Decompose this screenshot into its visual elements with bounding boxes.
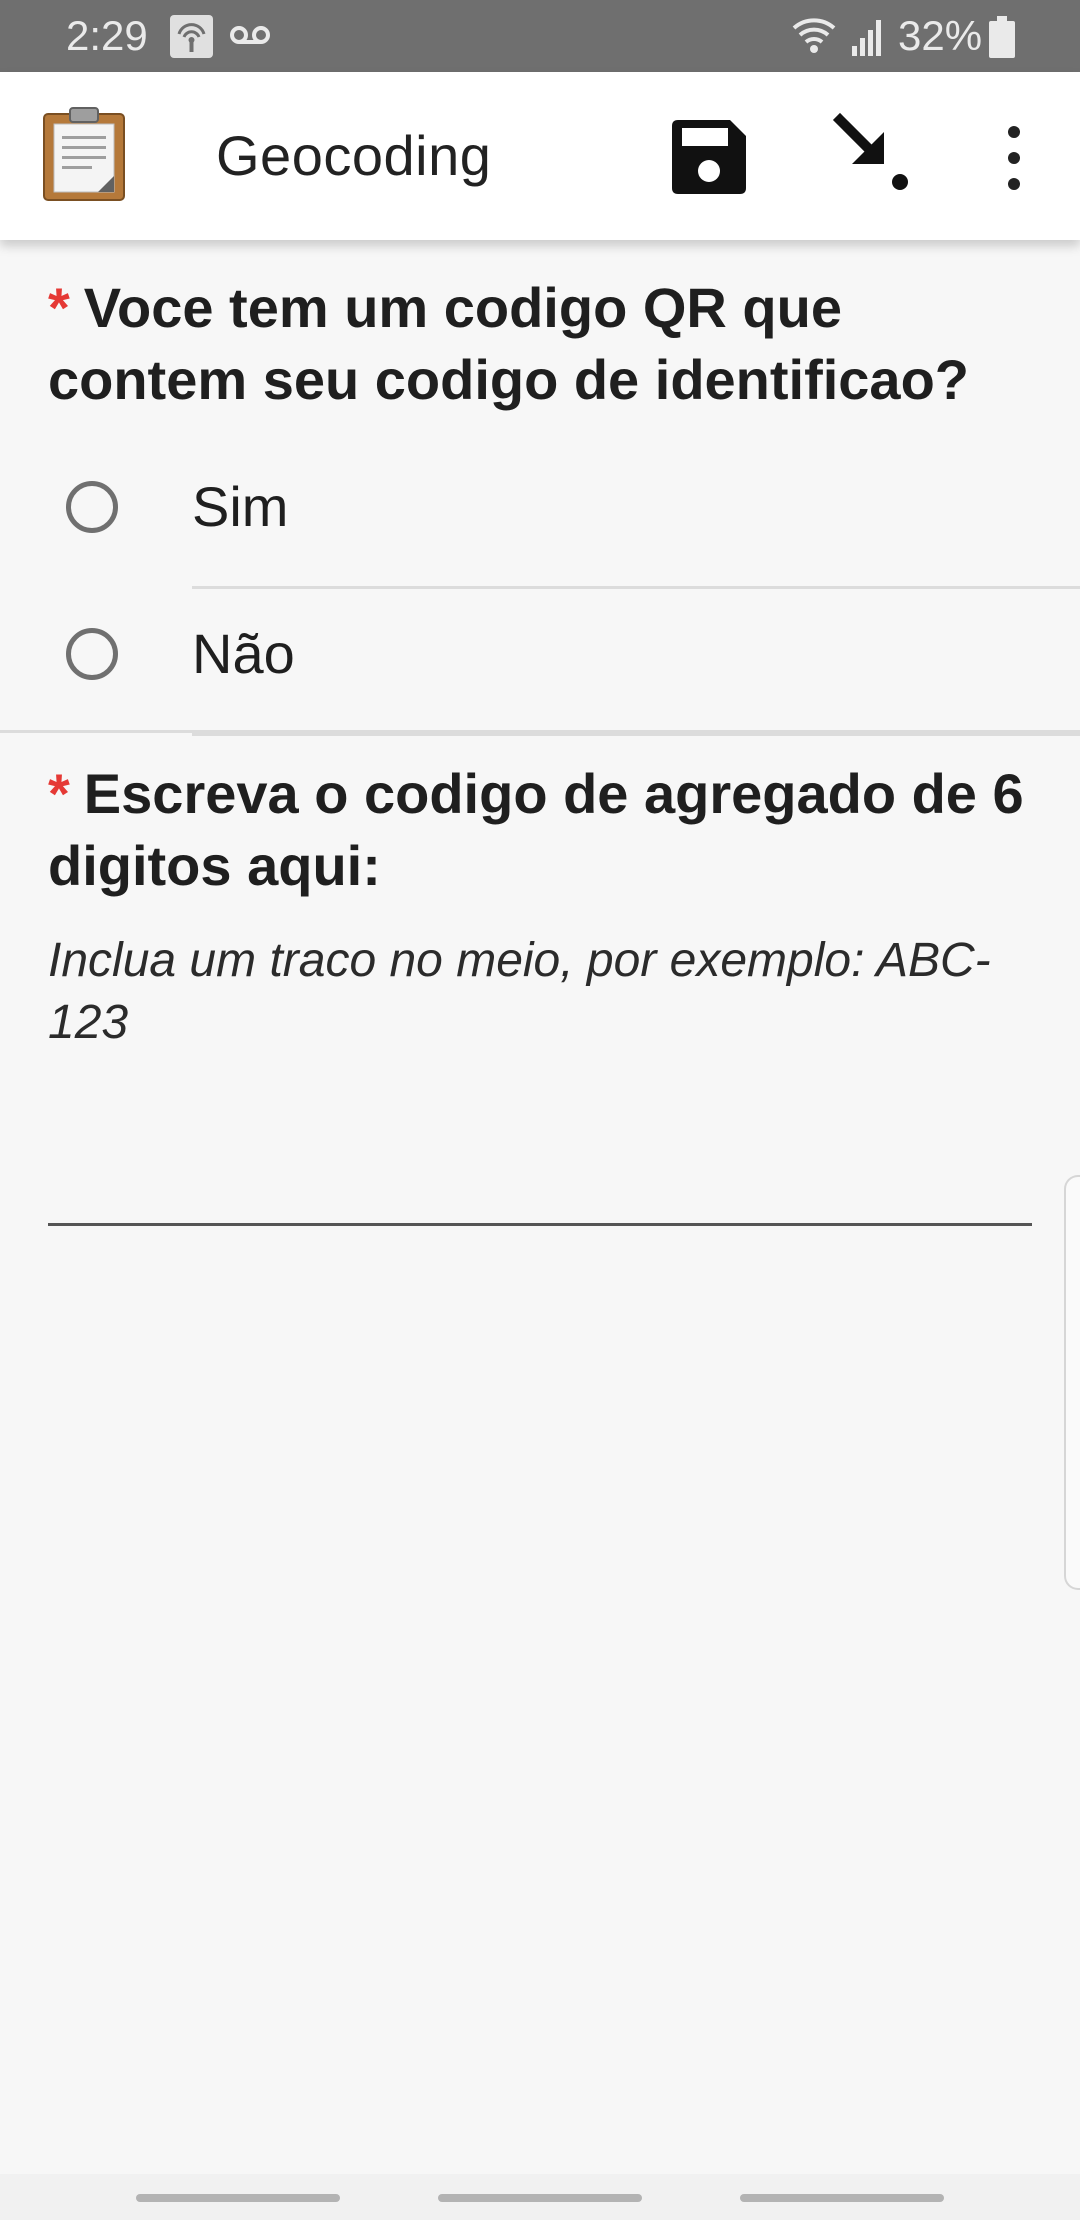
choice-label: Sim [192, 475, 289, 538]
input-underline [48, 1223, 1032, 1226]
hotspot-icon [170, 15, 213, 58]
signal-icon [850, 16, 886, 56]
app-title: Geocoding [216, 124, 492, 187]
question-text: Voce tem um codigo QR que contem seu cod… [48, 276, 969, 411]
jump-to-icon[interactable] [832, 112, 916, 196]
section-divider [0, 730, 1080, 733]
voicemail-icon [228, 18, 272, 52]
app-bar: Geocoding [0, 72, 1080, 240]
choice-label: Não [192, 622, 295, 685]
nav-recent-button[interactable] [136, 2194, 340, 2202]
battery-icon [988, 16, 1016, 58]
save-icon[interactable] [666, 116, 750, 200]
question-hint: Inclua um traco no meio, por exemplo: AB… [48, 934, 991, 1049]
status-time: 2:29 [66, 12, 148, 59]
radio-button[interactable] [66, 481, 118, 533]
more-vert-icon[interactable] [990, 120, 1038, 196]
navigation-bar [0, 2174, 1080, 2220]
wifi-icon [790, 14, 838, 58]
divider [192, 586, 1080, 589]
question-household-code: * Escreva o codigo de agregado de 6 digit… [48, 758, 1038, 902]
nav-home-button[interactable] [438, 2194, 642, 2202]
required-marker: * [48, 762, 70, 825]
household-code-input[interactable] [48, 1140, 1032, 1226]
radio-button[interactable] [66, 628, 118, 680]
question-qr-code: * Voce tem um codigo QR que contem seu co… [48, 272, 1038, 416]
divider [192, 733, 1080, 736]
clipboard-logo-icon [42, 106, 126, 202]
required-marker: * [48, 276, 70, 339]
swipe-edge-handle[interactable] [1064, 1175, 1080, 1590]
choice-nao[interactable]: Não [0, 590, 1080, 736]
choice-sim[interactable]: Sim [0, 443, 1080, 589]
status-bar: 2:29 32% [0, 0, 1080, 72]
nav-back-button[interactable] [740, 2194, 944, 2202]
battery-percent: 32% [898, 12, 983, 59]
question-text: Escreva o codigo de agregado de 6 digito… [48, 762, 1024, 897]
